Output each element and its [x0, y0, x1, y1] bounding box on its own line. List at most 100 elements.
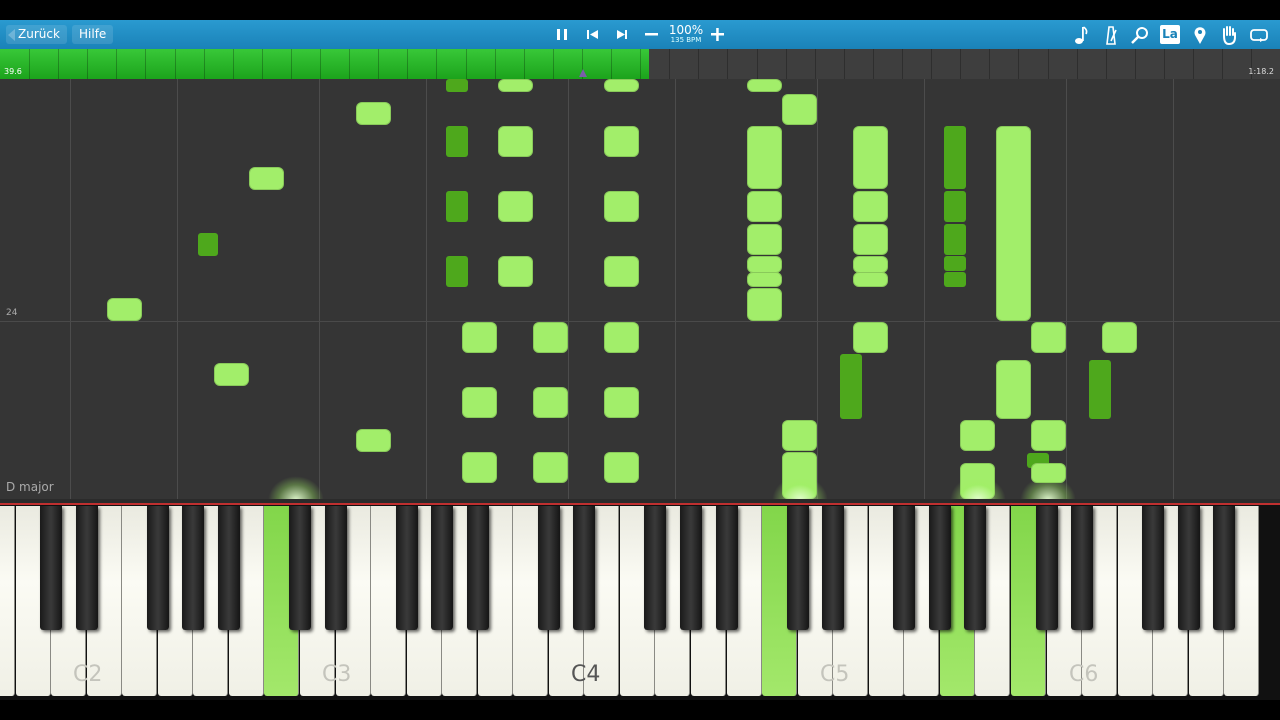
black-key[interactable]: [147, 506, 169, 630]
toolbar: Zurück Hilfe 100% 135 BPM La: [0, 20, 1280, 49]
black-key[interactable]: [396, 506, 418, 630]
falling-note: [214, 363, 249, 386]
octave-label-c3: C3: [322, 662, 352, 687]
grid-line: [924, 79, 925, 499]
timeline-tick: [844, 49, 845, 79]
black-key[interactable]: [822, 506, 844, 630]
black-key[interactable]: [431, 506, 453, 630]
back-button[interactable]: Zurück: [6, 25, 67, 44]
hand-icon[interactable]: [1216, 23, 1242, 47]
falling-note: [960, 420, 995, 451]
minus-icon[interactable]: [640, 23, 664, 46]
black-key[interactable]: [716, 506, 738, 630]
falling-note: [782, 420, 817, 451]
falling-note: [498, 79, 533, 92]
black-key[interactable]: [1071, 506, 1093, 630]
black-key[interactable]: [182, 506, 204, 630]
falling-note: [747, 224, 782, 255]
timeline-tick: [466, 49, 467, 79]
black-key[interactable]: [893, 506, 915, 630]
help-button[interactable]: Hilfe: [72, 25, 114, 44]
falling-note: [462, 322, 497, 353]
plus-icon[interactable]: [706, 23, 730, 46]
timeline-tick: [553, 49, 554, 79]
timeline-tick: [1164, 49, 1165, 79]
pause-icon[interactable]: [550, 23, 574, 46]
timeline-tick: [262, 49, 263, 79]
timeline-tick: [175, 49, 176, 79]
black-key[interactable]: [218, 506, 240, 630]
timeline-tick: [1077, 49, 1078, 79]
falling-note: [462, 452, 497, 483]
magnifier-icon[interactable]: [1127, 23, 1153, 47]
black-key[interactable]: [1142, 506, 1164, 630]
falling-note: [446, 256, 468, 287]
timeline-tick: [989, 49, 990, 79]
timeline-tick: [204, 49, 205, 79]
timeline-progress: [0, 49, 649, 79]
black-key[interactable]: [325, 506, 347, 630]
falling-note: [996, 360, 1031, 419]
timeline-tick: [58, 49, 59, 79]
falling-note: [498, 191, 533, 222]
octave-label-c2: C2: [73, 662, 103, 687]
skip-back-icon[interactable]: [580, 23, 604, 46]
marker-icon[interactable]: [1187, 23, 1213, 47]
white-key[interactable]: [0, 506, 15, 696]
falling-note: [996, 126, 1031, 321]
key-signature: D major: [6, 480, 54, 494]
metronome-icon[interactable]: [1098, 23, 1124, 47]
timeline-tick: [815, 49, 816, 79]
black-key[interactable]: [929, 506, 951, 630]
black-key[interactable]: [1036, 506, 1058, 630]
timeline-tick: [233, 49, 234, 79]
keyboard-top-rail: [0, 499, 1280, 505]
black-key[interactable]: [40, 506, 62, 630]
grid-line: [177, 79, 178, 499]
falling-note: [840, 354, 862, 419]
black-key[interactable]: [787, 506, 809, 630]
timeline-scrubber[interactable]: 39.6 1:18.2: [0, 49, 1280, 79]
timeline-tick: [960, 49, 961, 79]
black-key[interactable]: [538, 506, 560, 630]
black-key[interactable]: [467, 506, 489, 630]
black-key[interactable]: [964, 506, 986, 630]
falling-note: [107, 298, 142, 321]
grid-line: [70, 79, 71, 499]
falling-note: [604, 191, 639, 222]
timeline-tick: [1048, 49, 1049, 79]
falling-note: [853, 191, 888, 222]
falling-note: [853, 322, 888, 353]
black-key[interactable]: [1178, 506, 1200, 630]
playhead-marker[interactable]: [579, 69, 587, 77]
loop-icon[interactable]: [1246, 23, 1272, 47]
timeline-tick: [902, 49, 903, 79]
falling-note: [533, 322, 568, 353]
label-icon[interactable]: La: [1160, 25, 1180, 44]
grid-line: [1173, 79, 1174, 499]
timeline-tick: [1222, 49, 1223, 79]
falling-note: [747, 272, 782, 287]
falling-note: [198, 233, 218, 256]
grid-line: [817, 79, 818, 499]
falling-note: [356, 102, 391, 125]
black-key[interactable]: [680, 506, 702, 630]
black-key[interactable]: [1213, 506, 1235, 630]
note-icon[interactable]: [1069, 23, 1095, 47]
black-key[interactable]: [76, 506, 98, 630]
timeline-tick: [727, 49, 728, 79]
falling-note: [604, 322, 639, 353]
timeline-tick: [757, 49, 758, 79]
timeline-tick: [873, 49, 874, 79]
falling-note: [853, 224, 888, 255]
skip-forward-icon[interactable]: [610, 23, 634, 46]
timeline-tick: [29, 49, 30, 79]
falling-note: [944, 224, 966, 255]
black-key[interactable]: [289, 506, 311, 630]
falling-note: [944, 256, 966, 271]
timeline-tick: [786, 49, 787, 79]
bottom-black-bar: [0, 700, 1280, 720]
black-key[interactable]: [573, 506, 595, 630]
black-key[interactable]: [644, 506, 666, 630]
timeline-tick: [407, 49, 408, 79]
